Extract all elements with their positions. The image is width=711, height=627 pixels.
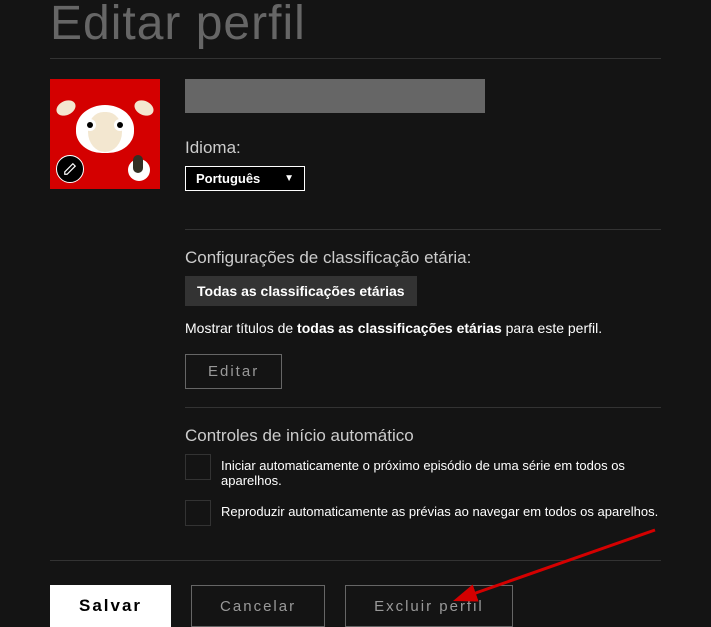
pencil-icon [63,162,77,176]
cancel-button[interactable]: Cancelar [191,585,325,627]
autoplay-heading: Controles de início automático [185,426,661,446]
maturity-chip: Todas as classificações etárias [185,276,417,306]
footer-buttons: Salvar Cancelar Excluir perfil [50,585,661,627]
autoplay-previews-label: Reproduzir automaticamente as prévias ao… [221,500,658,519]
autoplay-previews-row: Reproduzir automaticamente as prévias ao… [185,500,661,526]
avatar-container [50,79,160,189]
edit-maturity-button[interactable]: Editar [185,354,282,389]
language-select[interactable]: Português ▼ [185,166,305,191]
page-title: Editar perfil [50,0,661,48]
delete-profile-button[interactable]: Excluir perfil [345,585,513,627]
save-button[interactable]: Salvar [50,585,171,627]
maturity-description: Mostrar títulos de todas as classificaçõ… [185,320,661,336]
language-selected: Português [196,171,260,186]
autoplay-next-row: Iniciar automaticamente o próximo episód… [185,454,661,488]
profile-name-input[interactable] [185,79,485,113]
autoplay-next-checkbox[interactable] [185,454,211,480]
autoplay-next-label: Iniciar automaticamente o próximo episód… [221,454,661,488]
divider [50,58,661,59]
edit-avatar-button[interactable] [56,155,84,183]
autoplay-previews-checkbox[interactable] [185,500,211,526]
language-label: Idioma: [185,138,661,158]
divider [50,560,661,561]
caret-down-icon: ▼ [284,173,294,184]
divider [185,229,661,230]
divider [185,407,661,408]
maturity-heading: Configurações de classificação etária: [185,248,661,268]
